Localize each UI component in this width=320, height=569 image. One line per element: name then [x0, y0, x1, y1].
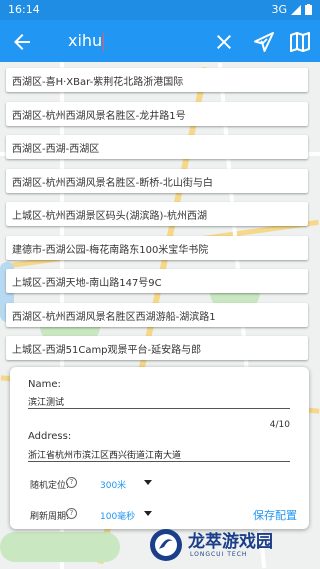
network-type: 3G: [271, 3, 287, 16]
logo-emblem-icon: [150, 529, 182, 561]
search-input[interactable]: xihu: [68, 31, 105, 51]
signal-icon: [291, 4, 301, 15]
suggestion-item[interactable]: 西湖区-杭州西湖风景名胜区-龙井路1号: [6, 102, 308, 126]
suggestion-item[interactable]: 上城区-杭州西湖景区码头(湖滨路)-杭州西湖: [6, 202, 308, 226]
name-label: Name:: [28, 379, 61, 390]
suggestion-item[interactable]: 西湖区-喜H·XBar-紫荆花北路浙港国际: [6, 68, 308, 92]
dropdown-arrow-icon[interactable]: [144, 511, 152, 516]
clear-icon[interactable]: [212, 30, 236, 54]
battery-icon: [305, 4, 312, 15]
status-icons: 3G: [271, 3, 312, 16]
status-time: 16:14: [8, 3, 40, 16]
address-underline: [28, 461, 290, 462]
name-underline: [28, 408, 290, 409]
watermark-subtitle: LONGCUI TECH: [190, 551, 248, 558]
suggestion-item[interactable]: 上城区-西湖51Camp观景平台-延安路与郎: [6, 336, 308, 360]
dropdown-arrow-icon[interactable]: [144, 480, 152, 485]
watermark-logo: 龙萃游戏园 LONGCUI TECH: [146, 525, 316, 565]
location-check-icon[interactable]: [252, 30, 276, 54]
map-park: [0, 532, 120, 562]
back-arrow-icon[interactable]: [10, 30, 34, 54]
suggestion-item[interactable]: 西湖区-杭州西湖风景名胜区西湖游船-湖滨路1: [6, 303, 308, 327]
help-icon[interactable]: ?: [66, 477, 77, 488]
name-field[interactable]: 滨江测试: [28, 395, 64, 408]
suggestion-item[interactable]: 西湖区-杭州西湖风景名胜区-断桥-北山街与白: [6, 169, 308, 193]
address-label: Address:: [28, 431, 72, 442]
suggestion-item[interactable]: 建德市-西湖公园-梅花南路东100米宝华书院: [6, 236, 308, 260]
random-radius-select[interactable]: 300米: [100, 478, 126, 491]
refresh-period-label: 刷新周期:: [30, 512, 70, 522]
name-char-counter: 4/10: [269, 420, 290, 430]
help-icon[interactable]: ?: [66, 508, 77, 519]
watermark-title: 龙萃游戏园: [188, 532, 273, 552]
status-bar: 16:14 3G: [0, 0, 320, 20]
location-config-panel: Name: 滨江测试 4/10 Address: 浙江省杭州市滨江区西兴街道江南…: [10, 367, 309, 529]
search-query: xihu: [68, 31, 103, 50]
address-field[interactable]: 浙江省杭州市滨江区西兴街道江南大道: [28, 448, 181, 461]
suggestion-item[interactable]: 西湖区-西湖-西湖区: [6, 135, 308, 159]
suggestion-item[interactable]: 上城区-西湖天地-南山路147号9C: [6, 269, 308, 293]
random-location-label: 随机定位:: [30, 481, 70, 491]
app-bar: xihu: [0, 20, 320, 62]
map-icon[interactable]: [288, 30, 312, 54]
text-cursor: [103, 32, 105, 51]
save-config-button[interactable]: 保存配置: [253, 507, 297, 523]
refresh-period-select[interactable]: 100毫秒: [100, 509, 135, 522]
